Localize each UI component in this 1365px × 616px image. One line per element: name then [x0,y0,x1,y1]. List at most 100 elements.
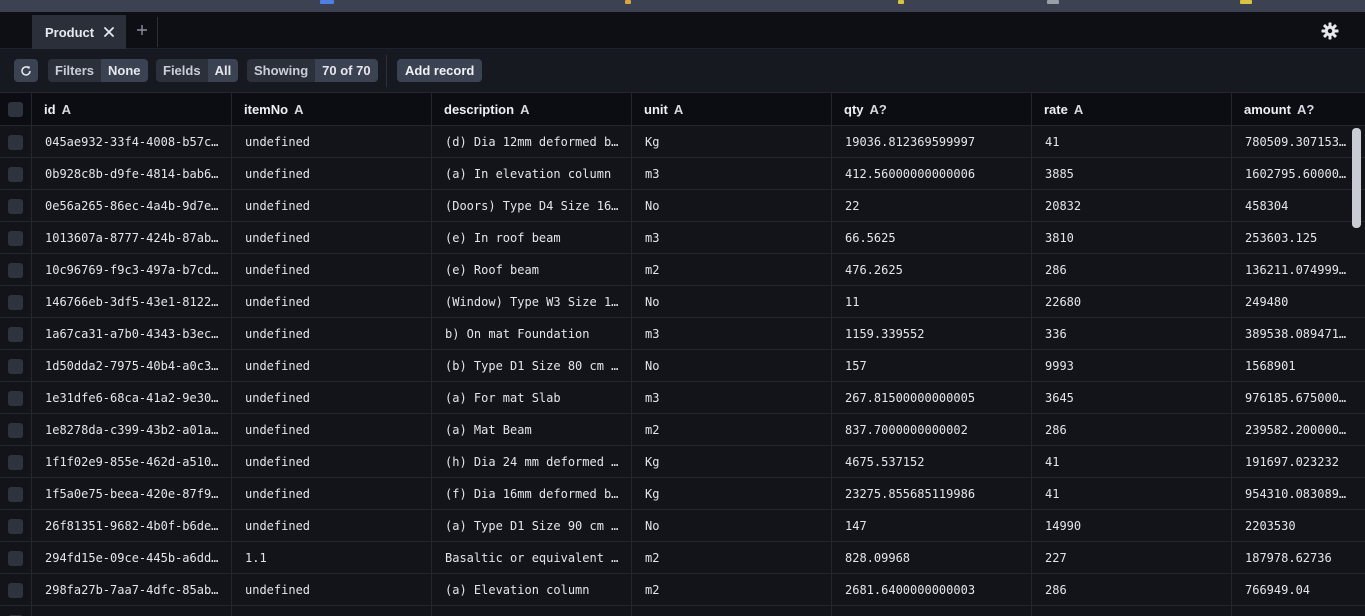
table-row[interactable]: 294fd15e-09ce-445b-a6dd… 1.1 Basaltic or e… [0,542,1365,574]
cell-rate[interactable]: 14990 [1032,510,1232,542]
cell-amount[interactable]: 389538.089471999 [1232,318,1365,350]
cell-itemno[interactable]: undefined [232,254,432,286]
cell-unit[interactable]: m3 [632,382,832,414]
cell-amount[interactable]: 954310.0830899194 [1232,478,1365,510]
row-checkbox[interactable] [8,326,23,342]
cell-id[interactable] [32,606,232,616]
cell-id[interactable]: 146766eb-3df5-43e1-8122… [32,286,232,318]
cell-rate[interactable]: 286 [1032,414,1232,446]
plus-icon[interactable] [132,19,152,41]
column-header-description[interactable]: description A [432,93,632,126]
cell-id[interactable]: 1d50dda2-7975-40b4-a0c3… [32,350,232,382]
cell-rate[interactable]: 41 [1032,446,1232,478]
cell-unit[interactable]: m3 [632,222,832,254]
cell-description[interactable]: (h) Dia 24 mm deformed … [432,446,632,478]
row-checkbox[interactable] [8,230,23,246]
cell-description[interactable]: (a) Type D1 Size 90 cm … [432,510,632,542]
cell-qty[interactable]: 19036.812369599997 [832,126,1032,158]
cell-itemno[interactable]: undefined [232,222,432,254]
cell-itemno[interactable]: undefined [232,126,432,158]
cell-unit[interactable]: m2 [632,414,832,446]
add-record-button[interactable]: Add record [397,59,483,82]
table-row[interactable]: 1a67ca31-a7b0-4343-b3ec… undefined b) On m… [0,318,1365,350]
row-checkbox[interactable] [8,582,23,598]
cell-rate[interactable]: 3645 [1032,382,1232,414]
cell-id[interactable]: 26f81351-9682-4b0f-b6de… [32,510,232,542]
cell-rate[interactable]: 3810 [1032,222,1232,254]
vertical-scrollbar[interactable] [1352,128,1361,228]
row-checkbox[interactable] [8,518,23,534]
row-checkbox[interactable] [8,486,23,502]
cell-rate[interactable]: 20832 [1032,190,1232,222]
table-row[interactable]: 045ae932-33f4-4008-b57c… undefined (d) Dia… [0,126,1365,158]
cell-amount[interactable]: 458304 [1232,190,1365,222]
cell-amount[interactable]: 1568901 [1232,350,1365,382]
filters-button[interactable]: Filters None [48,59,148,82]
cell-amount[interactable]: 187978.62736 [1232,542,1365,574]
cell-description[interactable]: (d) Dia 12mm deformed b… [432,126,632,158]
cell-id[interactable]: 294fd15e-09ce-445b-a6dd… [32,542,232,574]
cell-itemno[interactable]: undefined [232,350,432,382]
cell-amount[interactable]: 780509.3071535999 [1232,126,1365,158]
cell-unit[interactable] [632,606,832,616]
row-checkbox[interactable] [8,422,23,438]
cell-unit[interactable]: m2 [632,574,832,606]
cell-amount[interactable] [1232,606,1365,616]
cell-id[interactable]: 1f5a0e75-beea-420e-87f9… [32,478,232,510]
cell-qty[interactable]: 828.09968 [832,542,1032,574]
cell-description[interactable]: Basaltic or equivalent … [432,542,632,574]
column-header-qty[interactable]: qty A? [832,93,1032,126]
row-checkbox[interactable] [8,358,23,374]
cell-rate[interactable]: 41 [1032,126,1232,158]
cell-description[interactable]: (a) Elevation column [432,574,632,606]
table-row[interactable]: 298fa27b-7aa7-4dfc-85ab… undefined (a) Ele… [0,574,1365,606]
table-row[interactable]: 0b928c8b-d9fe-4814-bab6… undefined (a) In … [0,158,1365,190]
row-checkbox[interactable] [8,134,23,150]
cell-itemno[interactable]: undefined [232,446,432,478]
cell-rate[interactable]: 286 [1032,574,1232,606]
cell-itemno[interactable]: 1.1 [232,542,432,574]
cell-amount[interactable]: 1602795.6000000002 [1232,158,1365,190]
cell-itemno[interactable]: undefined [232,574,432,606]
cell-id[interactable]: 1a67ca31-a7b0-4343-b3ec… [32,318,232,350]
gear-icon[interactable] [1320,21,1340,41]
row-checkbox[interactable] [8,550,23,566]
table-row[interactable]: 0e56a265-86ec-4a4b-9d7e… undefined (Doors)… [0,190,1365,222]
cell-unit[interactable]: No [632,190,832,222]
cell-itemno[interactable]: undefined [232,318,432,350]
cell-itemno[interactable]: undefined [232,158,432,190]
cell-rate[interactable]: 286 [1032,254,1232,286]
cell-amount[interactable]: 766949.04 [1232,574,1365,606]
column-header-amount[interactable]: amount A? [1232,93,1365,126]
cell-unit[interactable]: No [632,286,832,318]
cell-amount[interactable]: 191697.023232 [1232,446,1365,478]
cell-id[interactable]: 10c96769-f9c3-497a-b7cd… [32,254,232,286]
cell-itemno[interactable]: undefined [232,478,432,510]
cell-id[interactable]: 1e8278da-c399-43b2-a01a… [32,414,232,446]
cell-id[interactable]: 298fa27b-7aa7-4dfc-85ab… [32,574,232,606]
cell-description[interactable]: (e) In roof beam [432,222,632,254]
cell-rate[interactable]: 3885 [1032,158,1232,190]
showing-indicator[interactable]: Showing 70 of 70 [247,59,378,82]
cell-qty[interactable]: 412.56000000000006 [832,158,1032,190]
cell-description[interactable]: (Doors) Type D4 Size 16… [432,190,632,222]
refresh-icon[interactable] [14,59,38,82]
cell-id[interactable]: 1f1f02e9-855e-462d-a510… [32,446,232,478]
column-header-rate[interactable]: rate A [1032,93,1232,126]
column-header-id[interactable]: id A [32,93,232,126]
cell-description[interactable]: (a) For mat Slab [432,382,632,414]
cell-itemno[interactable]: undefined [232,382,432,414]
close-icon[interactable] [100,23,118,41]
cell-amount[interactable]: 2203530 [1232,510,1365,542]
select-all-checkbox[interactable] [8,102,23,117]
cell-qty[interactable]: 11 [832,286,1032,318]
table-row[interactable]: 1f5a0e75-beea-420e-87f9… undefined (f) Dia… [0,478,1365,510]
table-row[interactable] [0,606,1365,616]
cell-unit[interactable]: Kg [632,126,832,158]
cell-description[interactable]: b) On mat Foundation [432,318,632,350]
table-row[interactable]: 1e8278da-c399-43b2-a01a… undefined (a) Mat… [0,414,1365,446]
cell-rate[interactable] [1032,606,1232,616]
tab-product[interactable]: Product [32,15,126,49]
cell-itemno[interactable] [232,606,432,616]
cell-amount[interactable]: 976185.6750000001 [1232,382,1365,414]
